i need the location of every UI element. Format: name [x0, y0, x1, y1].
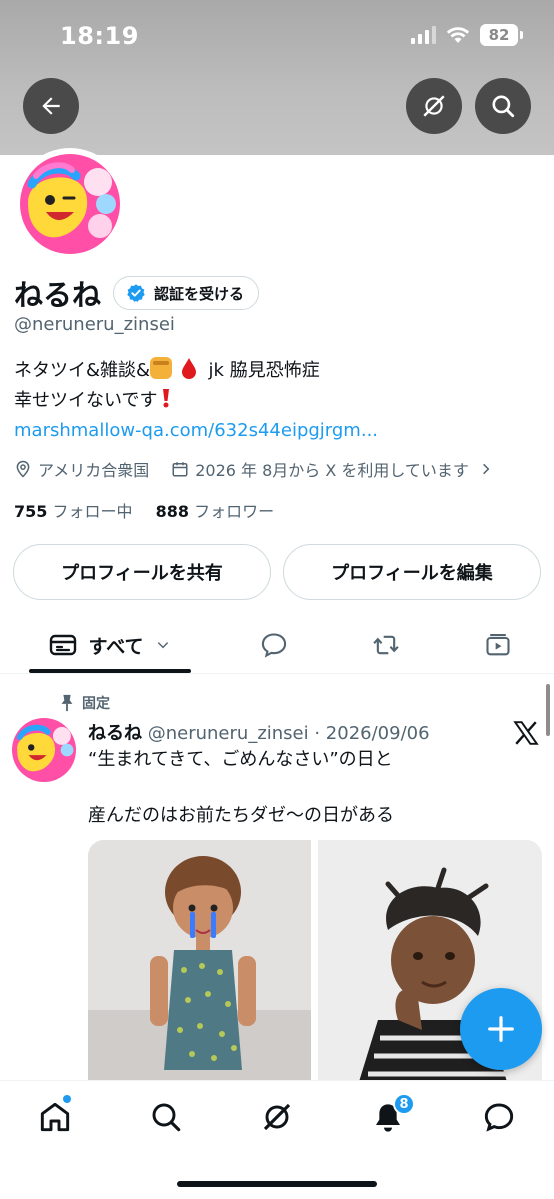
arrow-left-icon [42, 97, 60, 115]
grok-icon [263, 1103, 291, 1131]
bio-line-2: 幸せツイないです [14, 386, 320, 416]
name-row: ねるね 認証を受ける [14, 272, 260, 314]
tab-reposts[interactable] [356, 616, 416, 674]
tab-media[interactable] [468, 616, 528, 674]
x-logo-icon [513, 721, 539, 745]
tab-replies[interactable] [244, 616, 304, 674]
calendar-icon [172, 462, 188, 477]
profile-link[interactable]: marshmallow-qa.com/632s44eipgjrgm... [14, 420, 378, 441]
home-icon [40, 1102, 70, 1132]
post-text-line-1: “生まれてきて、ごめんなさい”の日と [88, 749, 393, 770]
search-button[interactable] [475, 78, 531, 134]
follow-counts: 755 フォロー中 888 フォロワー [14, 498, 274, 522]
signal-icon [411, 26, 436, 44]
chat-bubble-icon [484, 1103, 514, 1132]
plus-icon [488, 1016, 514, 1042]
profile-avatar[interactable] [14, 148, 126, 260]
edit-profile-button[interactable]: プロフィールを編集 [283, 544, 541, 600]
profile-meta: アメリカ合衆国 2026 年 8月から X を利用しています [14, 457, 493, 481]
status-icons: 82 [411, 24, 523, 46]
profile-location: アメリカ合衆国 [38, 461, 150, 480]
fist-emoji-icon [150, 357, 173, 379]
followers-link[interactable]: 888 フォロワー [156, 502, 275, 521]
speech-bubble-icon [261, 633, 287, 658]
profile-joined: 2026 年 8月から X を利用しています [195, 461, 469, 480]
post-meta: @neruneru_zinsei · 2026/09/06 [147, 723, 430, 744]
location-pin-icon [16, 460, 30, 478]
grok-icon [423, 95, 445, 117]
post-author-avatar[interactable] [12, 718, 76, 782]
display-name: ねるね [14, 278, 102, 312]
wifi-icon [446, 27, 470, 43]
pinned-indicator: 固定 [60, 693, 110, 713]
nav-home[interactable] [25, 1095, 85, 1139]
video-icon [486, 634, 510, 656]
home-unread-dot [63, 1095, 71, 1103]
post-author-name[interactable]: ねるね [88, 723, 142, 744]
chevron-down-icon [158, 642, 169, 649]
get-verified-label: 認証を受ける [154, 284, 245, 303]
repost-icon [373, 635, 399, 655]
battery-indicator: 82 [480, 24, 523, 46]
post-image-1[interactable] [88, 840, 311, 1085]
search-icon [492, 95, 515, 118]
back-button[interactable] [23, 78, 79, 134]
pinned-label: 固定 [82, 696, 110, 712]
exclamation-icon [163, 389, 170, 408]
bio-line-1: ネタツイ&雑談& jk 脇見恐怖症 [14, 356, 320, 386]
nav-notifications[interactable]: 8 [358, 1093, 418, 1139]
notifications-badge: 8 [393, 1093, 415, 1115]
post-header: ねるね @neruneru_zinsei · 2026/09/06 [88, 719, 430, 745]
avatar [20, 154, 120, 254]
scrollbar[interactable] [546, 684, 550, 736]
blood-drop-icon [181, 358, 196, 379]
profile-banner: 18:19 82 [0, 0, 554, 155]
share-profile-button[interactable]: プロフィールを共有 [13, 544, 271, 600]
active-tab-indicator [29, 669, 191, 673]
timeline-icon [49, 634, 76, 656]
chevron-right-icon[interactable] [479, 461, 493, 477]
pin-icon [61, 694, 73, 712]
following-link[interactable]: 755 フォロー中 [14, 502, 133, 521]
post-text-line-2: 産んだのはお前たちダゼ〜の日がある [88, 805, 394, 826]
verified-badge-icon [127, 284, 145, 302]
grok-button[interactable] [406, 78, 462, 134]
bottom-navigation: 8 [0, 1080, 554, 1199]
nav-grok[interactable] [247, 1095, 307, 1139]
profile-tabs: すべて [0, 616, 554, 674]
compose-button[interactable] [460, 988, 542, 1070]
home-indicator [177, 1181, 377, 1187]
tab-all[interactable]: すべて [29, 616, 191, 674]
nav-messages[interactable] [469, 1095, 529, 1139]
tab-all-label: すべて [88, 635, 144, 658]
profile-handle: @neruneru_zinsei [14, 314, 175, 335]
profile-bio: ネタツイ&雑談& jk 脇見恐怖症 幸せツイないです [14, 356, 320, 416]
search-icon [152, 1103, 181, 1132]
nav-search[interactable] [136, 1095, 196, 1139]
get-verified-button[interactable]: 認証を受ける [113, 276, 260, 310]
status-time: 18:19 [60, 22, 139, 50]
